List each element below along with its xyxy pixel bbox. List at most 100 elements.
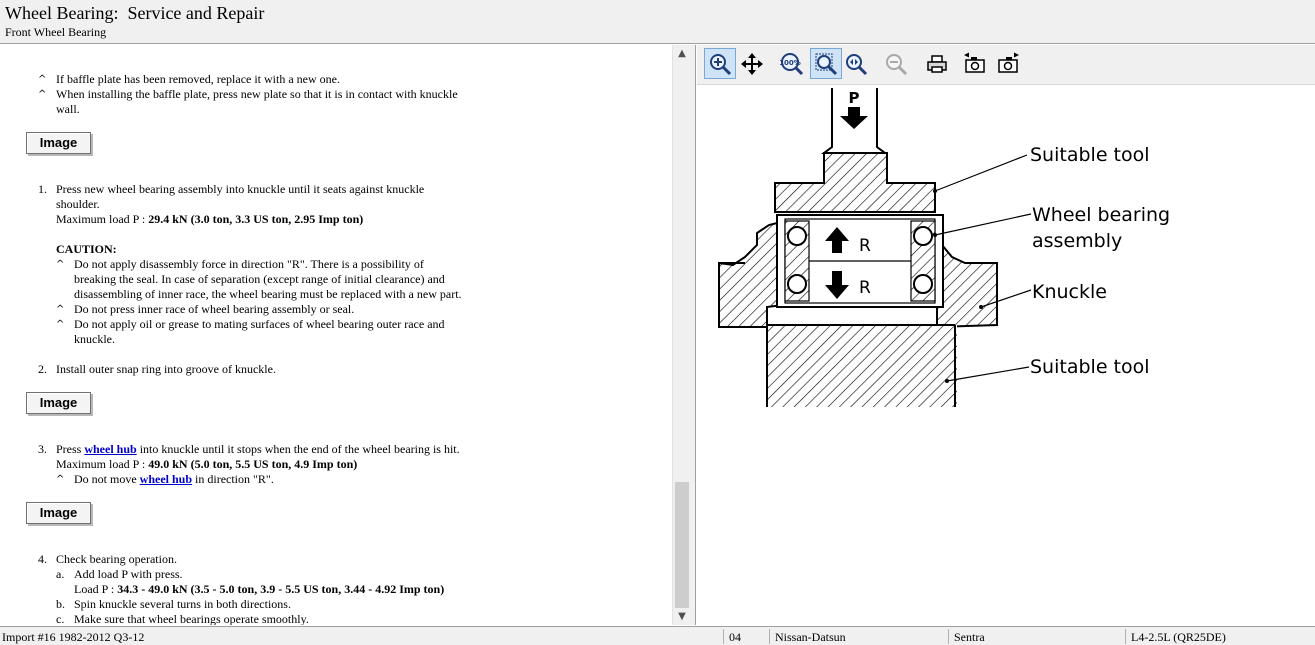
image-button-3[interactable]: Image <box>26 502 91 524</box>
step3-text-start: Press <box>56 442 85 456</box>
step-number: 2. <box>38 362 47 376</box>
substep-b-text: Spin knuckle several turns in both direc… <box>74 597 291 611</box>
label-suitable-tool-top: Suitable tool <box>1030 144 1150 166</box>
note-text-start: Do not move <box>74 472 140 486</box>
label-suitable-tool-bottom: Suitable tool <box>1030 356 1150 378</box>
step3-note: Do not move wheel hub in direction "R". <box>74 472 274 487</box>
press-p-label: P <box>849 89 860 107</box>
intro-bullet-1: If baffle plate has been removed, replac… <box>56 72 340 86</box>
status-make: Nissan-Datsun <box>775 630 846 644</box>
load-label: Maximum load P : <box>56 212 149 226</box>
status-separator <box>723 629 724 644</box>
page-subtitle: Front Wheel Bearing <box>5 25 107 39</box>
caution-line: Do not apply oil or grease to mating sur… <box>74 317 445 331</box>
vertical-scrollbar[interactable]: ▲ ▼ <box>672 45 690 625</box>
wheel-bearing-diagram: R R P Suitable tool Wheel bearing assemb… <box>697 85 1315 630</box>
zoom-fit-icon <box>815 53 838 75</box>
scrollbar-thumb[interactable] <box>675 482 689 608</box>
scroll-down-arrow-icon[interactable]: ▼ <box>673 608 691 625</box>
print-button[interactable] <box>921 48 953 79</box>
pane-splitter[interactable] <box>690 45 696 625</box>
caution-line: Do not apply disassembly force in direct… <box>74 257 424 271</box>
zoom-out-button[interactable] <box>880 48 912 79</box>
bearing-press-illustration: R R P <box>718 88 1032 407</box>
bullet-caret: ^ <box>38 74 47 85</box>
r-label-lower: R <box>859 278 871 298</box>
label-knuckle: Knuckle <box>1032 281 1107 303</box>
label-assembly: assembly <box>1032 230 1123 252</box>
status-code: 04 <box>729 630 741 644</box>
substep-label: c. <box>56 612 65 625</box>
intro-bullet-2: When installing the baffle plate, press … <box>56 87 458 101</box>
image-button-1[interactable]: Image <box>26 132 91 154</box>
image-viewer-pane: 100% R R P Suitable tool Wheel bearing a… <box>697 45 1315 625</box>
zoom-fit-button[interactable] <box>810 48 842 79</box>
wheel-hub-link[interactable]: wheel hub <box>140 472 192 486</box>
status-separator <box>948 629 949 644</box>
next-image-icon <box>998 52 1019 73</box>
bullet-caret: ^ <box>56 319 65 330</box>
step3-load: Maximum load P : 49.0 kN (5.0 ton, 5.5 U… <box>56 457 357 472</box>
substep-a-load: Load P : 34.3 - 49.0 kN (3.5 - 5.0 ton, … <box>74 582 444 597</box>
image-toolbar: 100% <box>697 45 1315 85</box>
substep-c-text: Make sure that wheel bearings operate sm… <box>74 612 309 625</box>
step3-text-end: into knuckle until it stops when the end… <box>136 442 460 456</box>
step1-text: Press new wheel bearing assembly into kn… <box>56 182 425 196</box>
image-button-2[interactable]: Image <box>26 392 91 414</box>
step-number: 1. <box>38 182 47 196</box>
zoom-window-button[interactable] <box>840 48 872 79</box>
procedure-text-pane: ^ If baffle plate has been removed, repl… <box>0 45 672 625</box>
pan-icon <box>741 52 763 75</box>
load-value: 49.0 kN (5.0 ton, 5.5 US ton, 4.9 Imp to… <box>148 457 358 471</box>
status-bar: Import #16 1982-2012 Q3-12 04 Nissan-Dat… <box>0 626 1315 645</box>
caution-line: knuckle. <box>74 332 115 346</box>
status-engine: L4-2.5L (QR25DE) <box>1131 630 1226 644</box>
step3-text: Press wheel hub into knuckle until it st… <box>56 442 460 457</box>
zoom-in-icon <box>710 53 732 75</box>
zoom-window-icon <box>846 53 868 75</box>
substep-label: a. <box>56 567 65 581</box>
step4-text: Check bearing operation. <box>56 552 177 566</box>
knuckle-left-shape <box>718 221 785 328</box>
caution-title: CAUTION: <box>56 242 117 256</box>
load-value: 34.3 - 49.0 kN (3.5 - 5.0 ton, 3.9 - 5.5… <box>117 582 445 596</box>
status-separator <box>769 629 770 644</box>
bullet-caret: ^ <box>56 259 65 270</box>
load-value: 29.4 kN (3.0 ton, 3.3 US ton, 2.95 Imp t… <box>148 212 364 226</box>
caution-line: Do not press inner race of wheel bearing… <box>74 302 355 316</box>
zoom-100-icon: 100% <box>780 52 804 75</box>
step1-load: Maximum load P : 29.4 kN (3.0 ton, 3.3 U… <box>56 212 363 227</box>
zoom-100-button[interactable]: 100% <box>776 48 808 79</box>
substep-label: b. <box>56 597 65 611</box>
previous-image-button[interactable] <box>959 48 991 79</box>
r-label-upper: R <box>859 236 871 256</box>
previous-image-icon <box>964 52 985 73</box>
step-number: 3. <box>38 442 47 456</box>
print-icon <box>927 54 947 73</box>
status-source: Import #16 1982-2012 Q3-12 <box>2 630 145 644</box>
caution-line: breaking the seal. In case of separation… <box>74 272 445 286</box>
bullet-caret: ^ <box>38 89 47 100</box>
caution-line: disassembling of inner race, the wheel b… <box>74 287 462 301</box>
load-label: Maximum load P : <box>56 457 149 471</box>
scroll-up-arrow-icon[interactable]: ▲ <box>673 45 691 62</box>
svg-text:100%: 100% <box>780 59 801 67</box>
bullet-caret: ^ <box>56 474 65 485</box>
bottom-tool-shape <box>767 325 957 407</box>
label-wheel-bearing: Wheel bearing <box>1032 204 1171 226</box>
title-bar: Wheel Bearing: Service and Repair Front … <box>0 0 1315 44</box>
bullet-caret: ^ <box>56 304 65 315</box>
step-number: 4. <box>38 552 47 566</box>
step1-text-cont: shoulder. <box>56 197 100 211</box>
note-text-end: in direction "R". <box>192 472 274 486</box>
step2-text: Install outer snap ring into groove of k… <box>56 362 276 376</box>
status-separator <box>1125 629 1126 644</box>
pan-button[interactable] <box>736 48 768 79</box>
status-model: Sentra <box>954 630 985 644</box>
intro-bullet-2-cont: wall. <box>56 102 80 116</box>
top-tool-shape <box>774 152 936 213</box>
next-image-button[interactable] <box>992 48 1024 79</box>
wheel-hub-link[interactable]: wheel hub <box>84 442 136 456</box>
zoom-in-button[interactable] <box>704 48 736 79</box>
zoom-out-icon <box>886 53 908 75</box>
